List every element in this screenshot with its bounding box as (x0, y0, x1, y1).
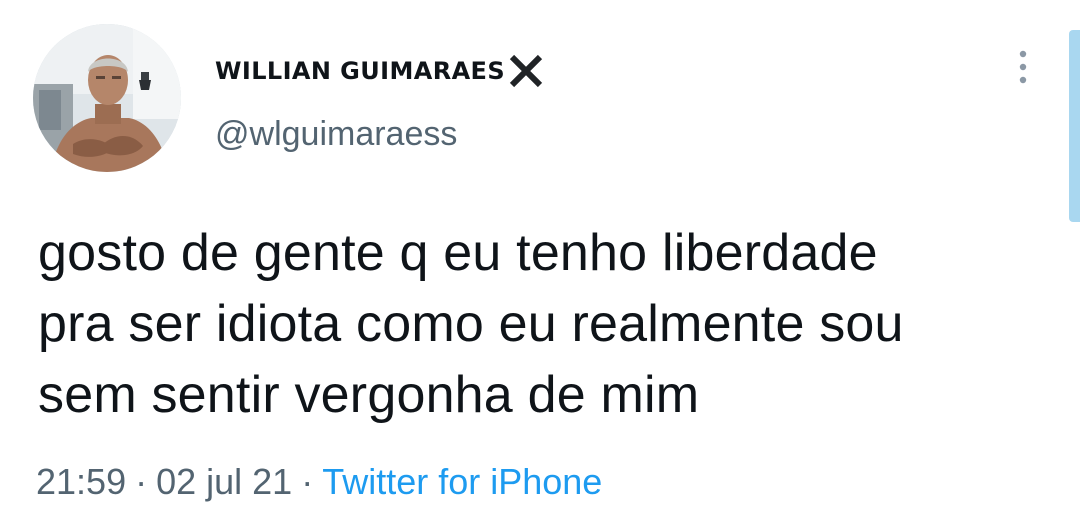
tweet-text-line: sem sentir vergonha de mim (38, 366, 700, 424)
author-name-row[interactable]: WILLIAN GUIMARAES (215, 51, 545, 91)
meta-separator: · (301, 461, 314, 502)
meta-separator: · (135, 461, 148, 502)
tweet-text-line: gosto de gente q eu tenho liberdade (38, 224, 878, 282)
tweet-text-line: pra ser idiota como eu realmente sou (38, 295, 904, 353)
avatar[interactable] (33, 24, 181, 172)
tweet-meta: 21:59 · 02 jul 21 · Twitter for iPhone (36, 461, 602, 503)
tweet-date[interactable]: 02 jul 21 (156, 461, 292, 502)
author-handle[interactable]: @wlguimaraess (215, 115, 457, 154)
tweet-source-link[interactable]: Twitter for iPhone (322, 461, 602, 502)
author-display-name[interactable]: WILLIAN GUIMARAES (215, 57, 505, 85)
vertical-dots-icon[interactable] (1008, 46, 1038, 90)
tweet-time[interactable]: 21:59 (36, 461, 126, 502)
scroll-indicator (1069, 30, 1080, 222)
tweet-text: gosto de gente q eu tenho liberdade pra … (38, 218, 1048, 431)
x-mark-icon (507, 52, 545, 90)
tweet-card: WILLIAN GUIMARAES @wlguimaraess gosto de… (0, 0, 1080, 520)
avatar-photo (33, 24, 181, 172)
